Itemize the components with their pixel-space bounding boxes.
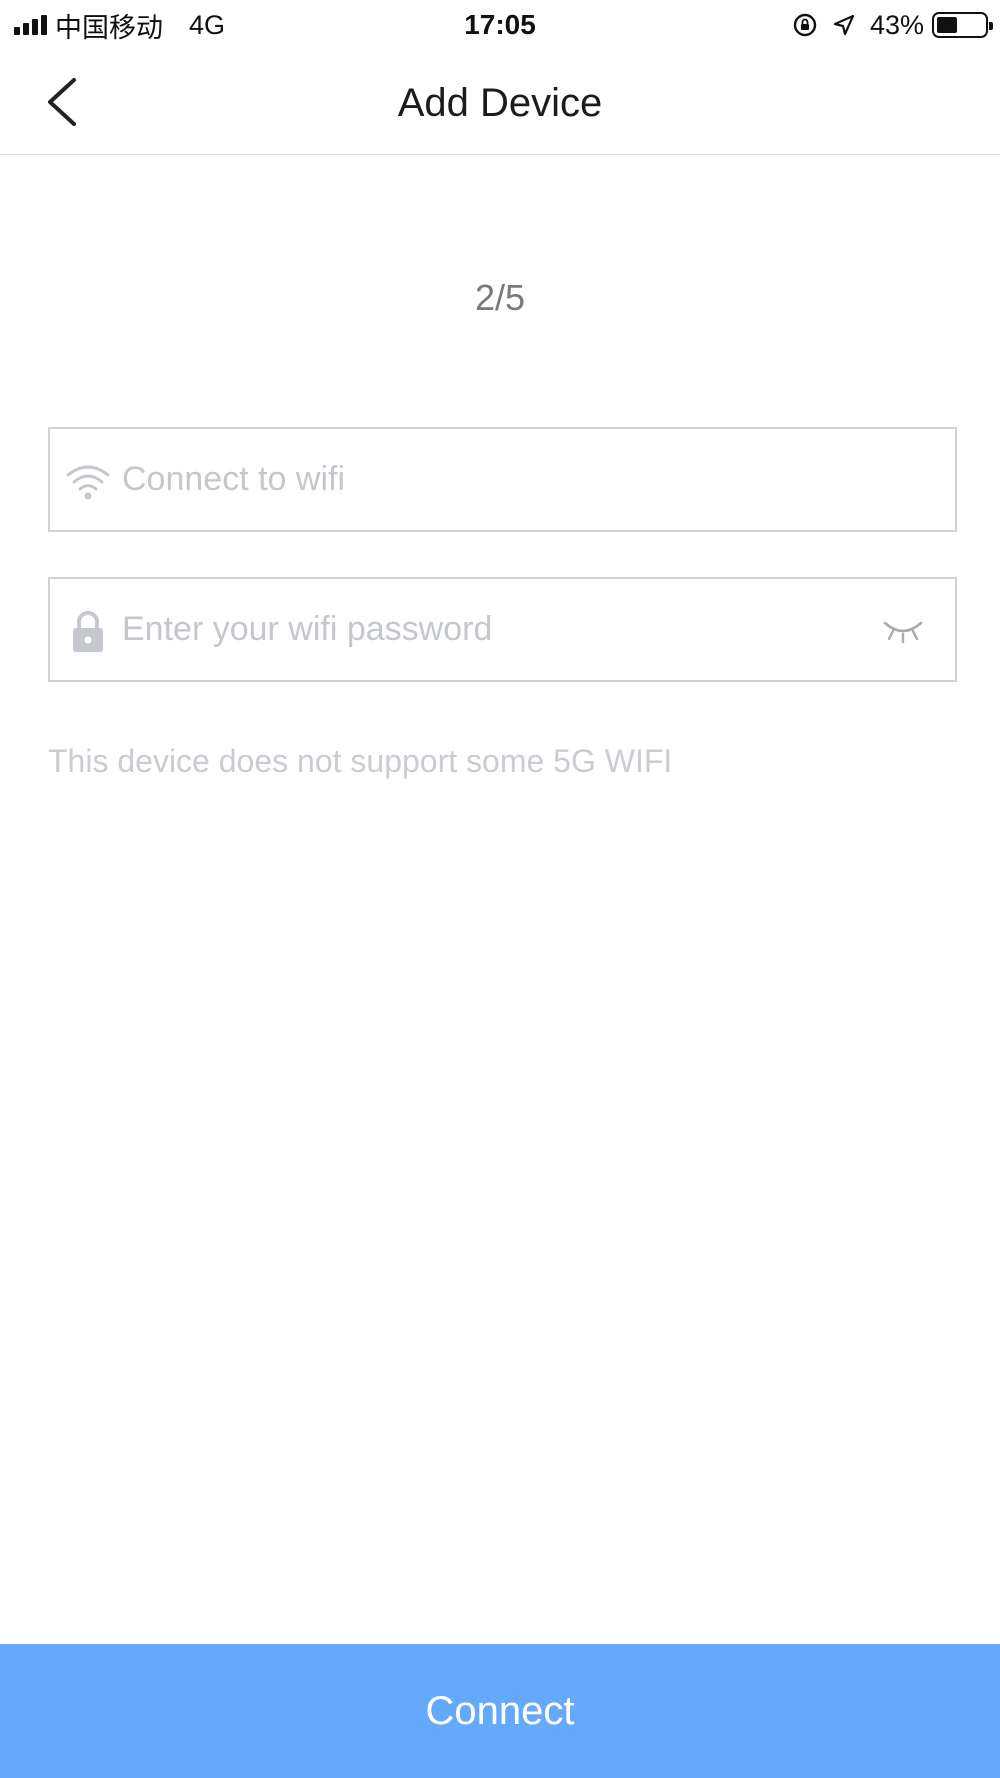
- location-arrow-icon: [833, 14, 855, 36]
- add-device-screen: 中国移动 4G 17:05 43% Add Device 2/5 Connect…: [0, 0, 1000, 1778]
- connect-button[interactable]: Connect: [0, 1644, 1000, 1778]
- eye-closed-icon[interactable]: [881, 609, 925, 649]
- lock-icon: [73, 611, 103, 652]
- wifi-input[interactable]: [122, 429, 862, 530]
- battery-icon: [932, 12, 993, 38]
- page-title: Add Device: [397, 81, 603, 125]
- wifi-hint-text: This device does not support some 5G WIF…: [48, 743, 673, 779]
- rotation-lock-icon: [793, 13, 817, 37]
- wifi-icon: [66, 465, 110, 500]
- nav-bar: Add Device: [0, 52, 1000, 155]
- status-right: 43%: [792, 8, 993, 42]
- password-input[interactable]: [122, 579, 862, 680]
- step-indicator: 2/5: [474, 277, 526, 318]
- wifi-field[interactable]: [48, 427, 957, 532]
- password-field[interactable]: [48, 577, 957, 682]
- battery-fill: [937, 17, 957, 33]
- battery-nub: [989, 22, 993, 30]
- battery-percent: 43%: [869, 9, 924, 40]
- status-bar: 中国移动 4G 17:05 43%: [0, 0, 1000, 52]
